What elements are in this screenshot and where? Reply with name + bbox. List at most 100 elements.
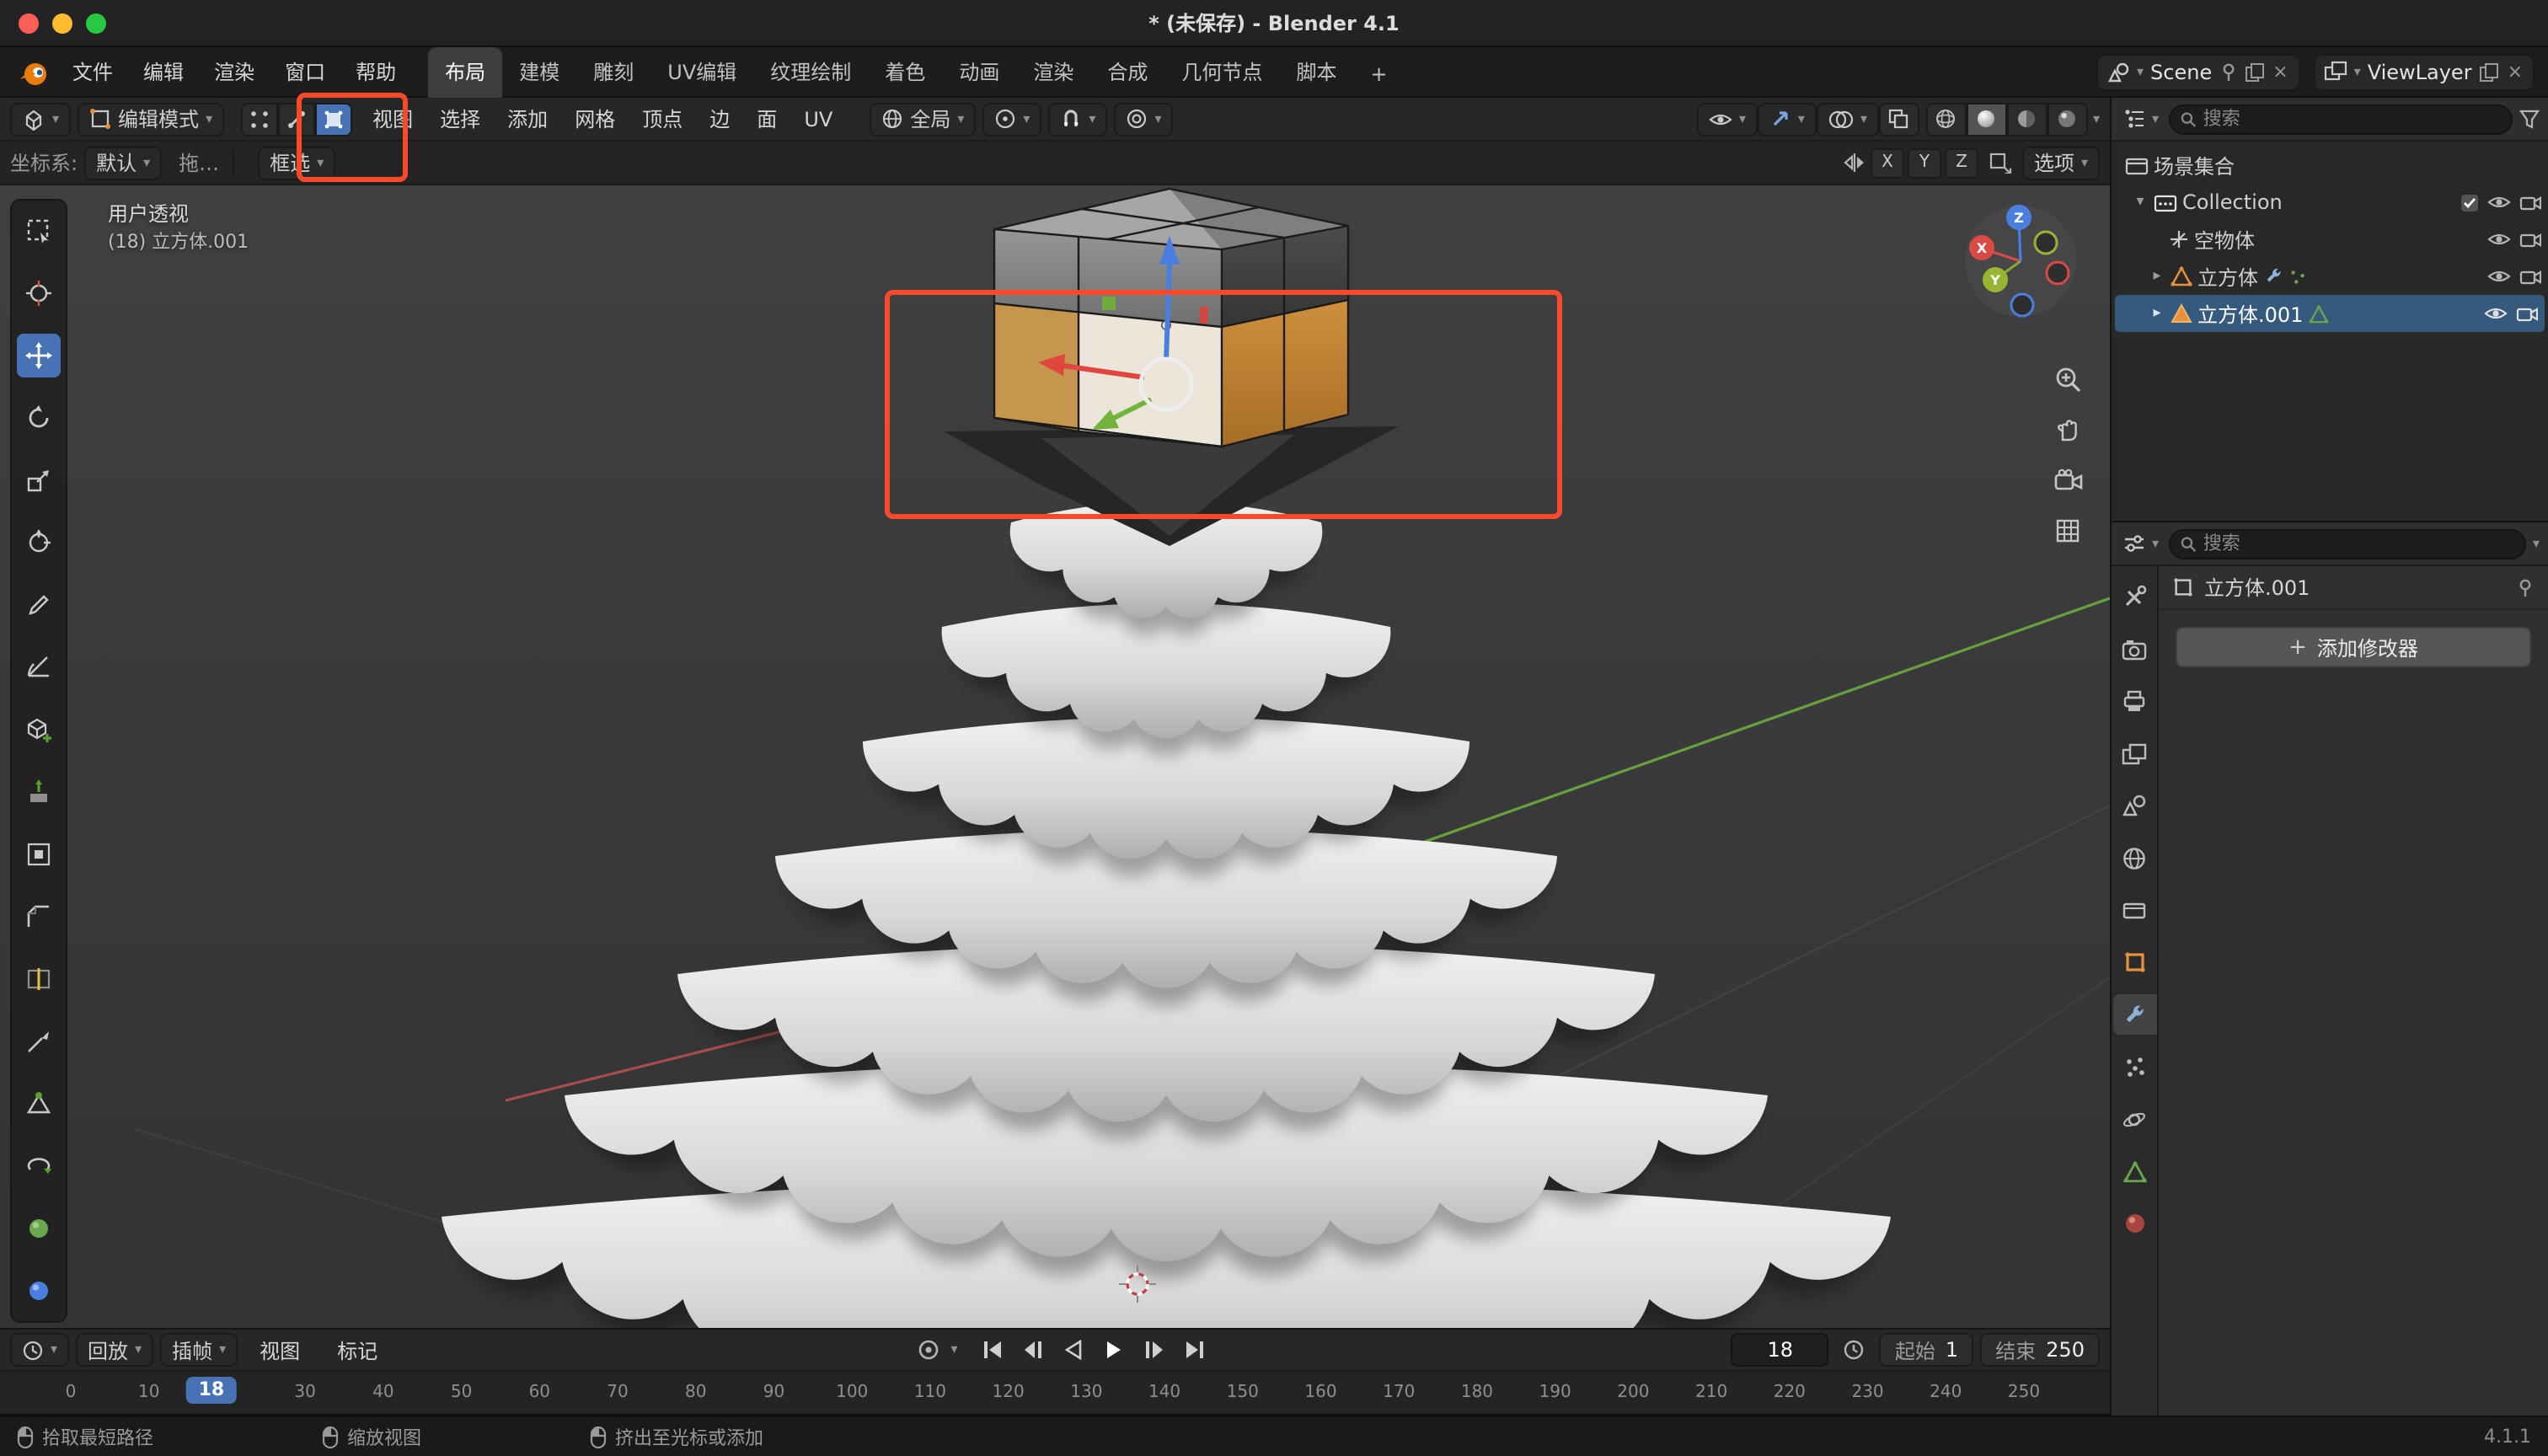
workspace-tab[interactable]: 脚本 [1279, 46, 1353, 97]
tab-modifiers[interactable] [2112, 994, 2156, 1035]
camera-visibility-icon[interactable] [2516, 305, 2538, 322]
shading-solid-button[interactable] [1967, 102, 2007, 136]
viewport-menu-item[interactable]: 顶点 [629, 101, 696, 136]
scale-tool[interactable] [17, 458, 61, 502]
mode-dropdown[interactable]: 编辑模式 ▾ [78, 102, 224, 136]
mirror-axis-toggle[interactable]: X [1871, 147, 1904, 178]
knife-tool[interactable] [17, 1020, 61, 1063]
zoom-window-button[interactable] [86, 13, 106, 33]
chevron-down-icon[interactable]: ▾ [2533, 537, 2540, 550]
menu-item[interactable]: 帮助 [340, 52, 411, 91]
shading-material-button[interactable] [2007, 102, 2048, 136]
new-viewlayer-icon[interactable] [2479, 62, 2499, 82]
tab-output[interactable] [2112, 681, 2156, 721]
tab-render[interactable] [2112, 629, 2156, 669]
viewport-canvas[interactable] [0, 185, 2110, 1328]
filter-funnel-icon[interactable] [2519, 109, 2540, 129]
outliner-editor-type-button[interactable]: ▾ [2120, 102, 2162, 136]
current-frame-field[interactable]: 18 [1732, 1333, 1829, 1367]
keying-menu[interactable]: 插帧▾ [160, 1333, 238, 1367]
extrude-tool[interactable] [17, 770, 61, 814]
shading-rendered-button[interactable] [2048, 102, 2088, 136]
viewport-menu-item[interactable]: 选择 [426, 101, 494, 136]
outliner-row-cube-001[interactable]: ▸ 立方体.001 [2115, 295, 2545, 332]
hide-eye-icon[interactable] [2487, 231, 2511, 248]
play-reverse-button[interactable] [1056, 1333, 1093, 1367]
proportional-edit-dropdown[interactable]: ▾ [1114, 102, 1173, 136]
playhead[interactable]: 18 [187, 1377, 237, 1404]
add-cube-tool[interactable] [17, 708, 61, 752]
viewport-menu-item[interactable]: 添加 [494, 101, 561, 136]
blender-logo-icon[interactable] [17, 55, 51, 88]
jump-to-start-button[interactable] [975, 1333, 1012, 1367]
workspace-tab[interactable]: 建模 [502, 46, 576, 97]
options-dropdown[interactable]: 选项 ▾ [2022, 146, 2100, 179]
workspace-tab[interactable]: 动画 [942, 46, 1016, 97]
outliner-row-cube[interactable]: ▸ 立方体 [2112, 258, 2548, 295]
unlink-scene-icon[interactable]: × [2271, 61, 2289, 83]
timeline-marker-menu[interactable]: 标记 [322, 1330, 393, 1369]
shading-dropdown-icon[interactable]: ▾ [2093, 112, 2100, 126]
viewport-menu-item[interactable]: 视图 [359, 101, 426, 136]
loop-cut-tool[interactable] [17, 957, 61, 1001]
workspace-tab[interactable]: 几何节点 [1164, 46, 1279, 97]
measure-tool[interactable] [17, 645, 61, 689]
tree-model[interactable] [442, 501, 1891, 1328]
viewport-menu-item[interactable]: 网格 [561, 101, 629, 136]
transform-orientation-dropdown[interactable]: 全局 ▾ [870, 102, 976, 136]
rotate-tool[interactable] [17, 396, 61, 440]
chevron-down-icon[interactable]: ▾ [951, 1343, 958, 1357]
inset-tool[interactable] [17, 832, 61, 876]
shading-wireframe-button[interactable] [1926, 102, 1967, 136]
editor-type-button[interactable]: ▾ [10, 102, 71, 136]
tab-physics[interactable] [2112, 1099, 2156, 1139]
pin-icon[interactable] [2219, 62, 2237, 82]
outliner-row-empty[interactable]: 空物体 [2112, 221, 2548, 258]
expand-icon[interactable]: ▸ [2149, 305, 2165, 322]
xray-toggle[interactable] [1879, 102, 1919, 136]
viewlayer-selector[interactable]: ▾ ViewLayer × [2314, 53, 2535, 90]
box-select-tool[interactable] [17, 209, 61, 253]
edge-slide-tool[interactable] [17, 1269, 61, 1313]
tab-scene[interactable] [2112, 785, 2156, 826]
new-scene-icon[interactable] [2244, 62, 2264, 82]
spin-tool[interactable] [17, 1144, 61, 1188]
tab-view-layer[interactable] [2112, 733, 2156, 774]
annotate-tool[interactable] [17, 583, 61, 627]
tab-material[interactable] [2112, 1203, 2156, 1244]
transform-tool[interactable] [17, 521, 61, 565]
workspace-tab[interactable]: 布局 [428, 46, 502, 97]
frame-start-field[interactable]: 起始1 [1880, 1333, 1973, 1367]
menu-item[interactable]: 编辑 [128, 52, 199, 91]
workspace-tab[interactable]: 纹理绘制 [753, 46, 868, 97]
camera-visibility-icon[interactable] [2519, 194, 2541, 211]
expand-icon[interactable]: ▾ [2132, 194, 2149, 211]
tab-object-data[interactable] [2112, 1151, 2156, 1191]
show-overlays-toggle[interactable]: ▾ [1817, 102, 1879, 136]
visibility-dropdown[interactable]: ▾ [1697, 102, 1758, 136]
properties-search-input[interactable] [2203, 533, 2514, 554]
workspace-tab[interactable]: + [1353, 51, 1404, 97]
outliner-search[interactable] [2169, 104, 2513, 134]
smooth-tool[interactable] [17, 1207, 61, 1250]
tab-particles[interactable] [2112, 1046, 2156, 1087]
camera-visibility-icon[interactable] [2519, 268, 2541, 285]
navigation-gizmo[interactable]: X Y Z [1962, 202, 2080, 320]
pan-button[interactable] [2049, 411, 2086, 448]
jump-to-end-button[interactable] [1177, 1333, 1214, 1367]
play-button[interactable] [1096, 1333, 1133, 1367]
properties-editor-type-button[interactable]: ▾ [2120, 527, 2162, 560]
pivot-point-dropdown[interactable]: ▾ [982, 102, 1041, 136]
menu-item[interactable]: 窗口 [270, 52, 340, 91]
hide-eye-icon[interactable] [2484, 305, 2508, 322]
checkbox-icon[interactable] [2460, 193, 2479, 211]
scene-selector[interactable]: ▾ Scene × [2096, 53, 2300, 90]
timeline-editor-type-button[interactable]: ▾ [10, 1333, 69, 1367]
toggle-ortho-button[interactable] [2049, 512, 2086, 549]
use-preview-range-toggle[interactable] [1836, 1333, 1873, 1367]
tab-collection[interactable] [2112, 890, 2156, 930]
box-select-dropdown[interactable]: 框选 ▾ [258, 146, 335, 179]
zoom-button[interactable] [2049, 361, 2086, 398]
vertex-select-button[interactable] [241, 102, 278, 136]
poly-build-tool[interactable] [17, 1082, 61, 1126]
